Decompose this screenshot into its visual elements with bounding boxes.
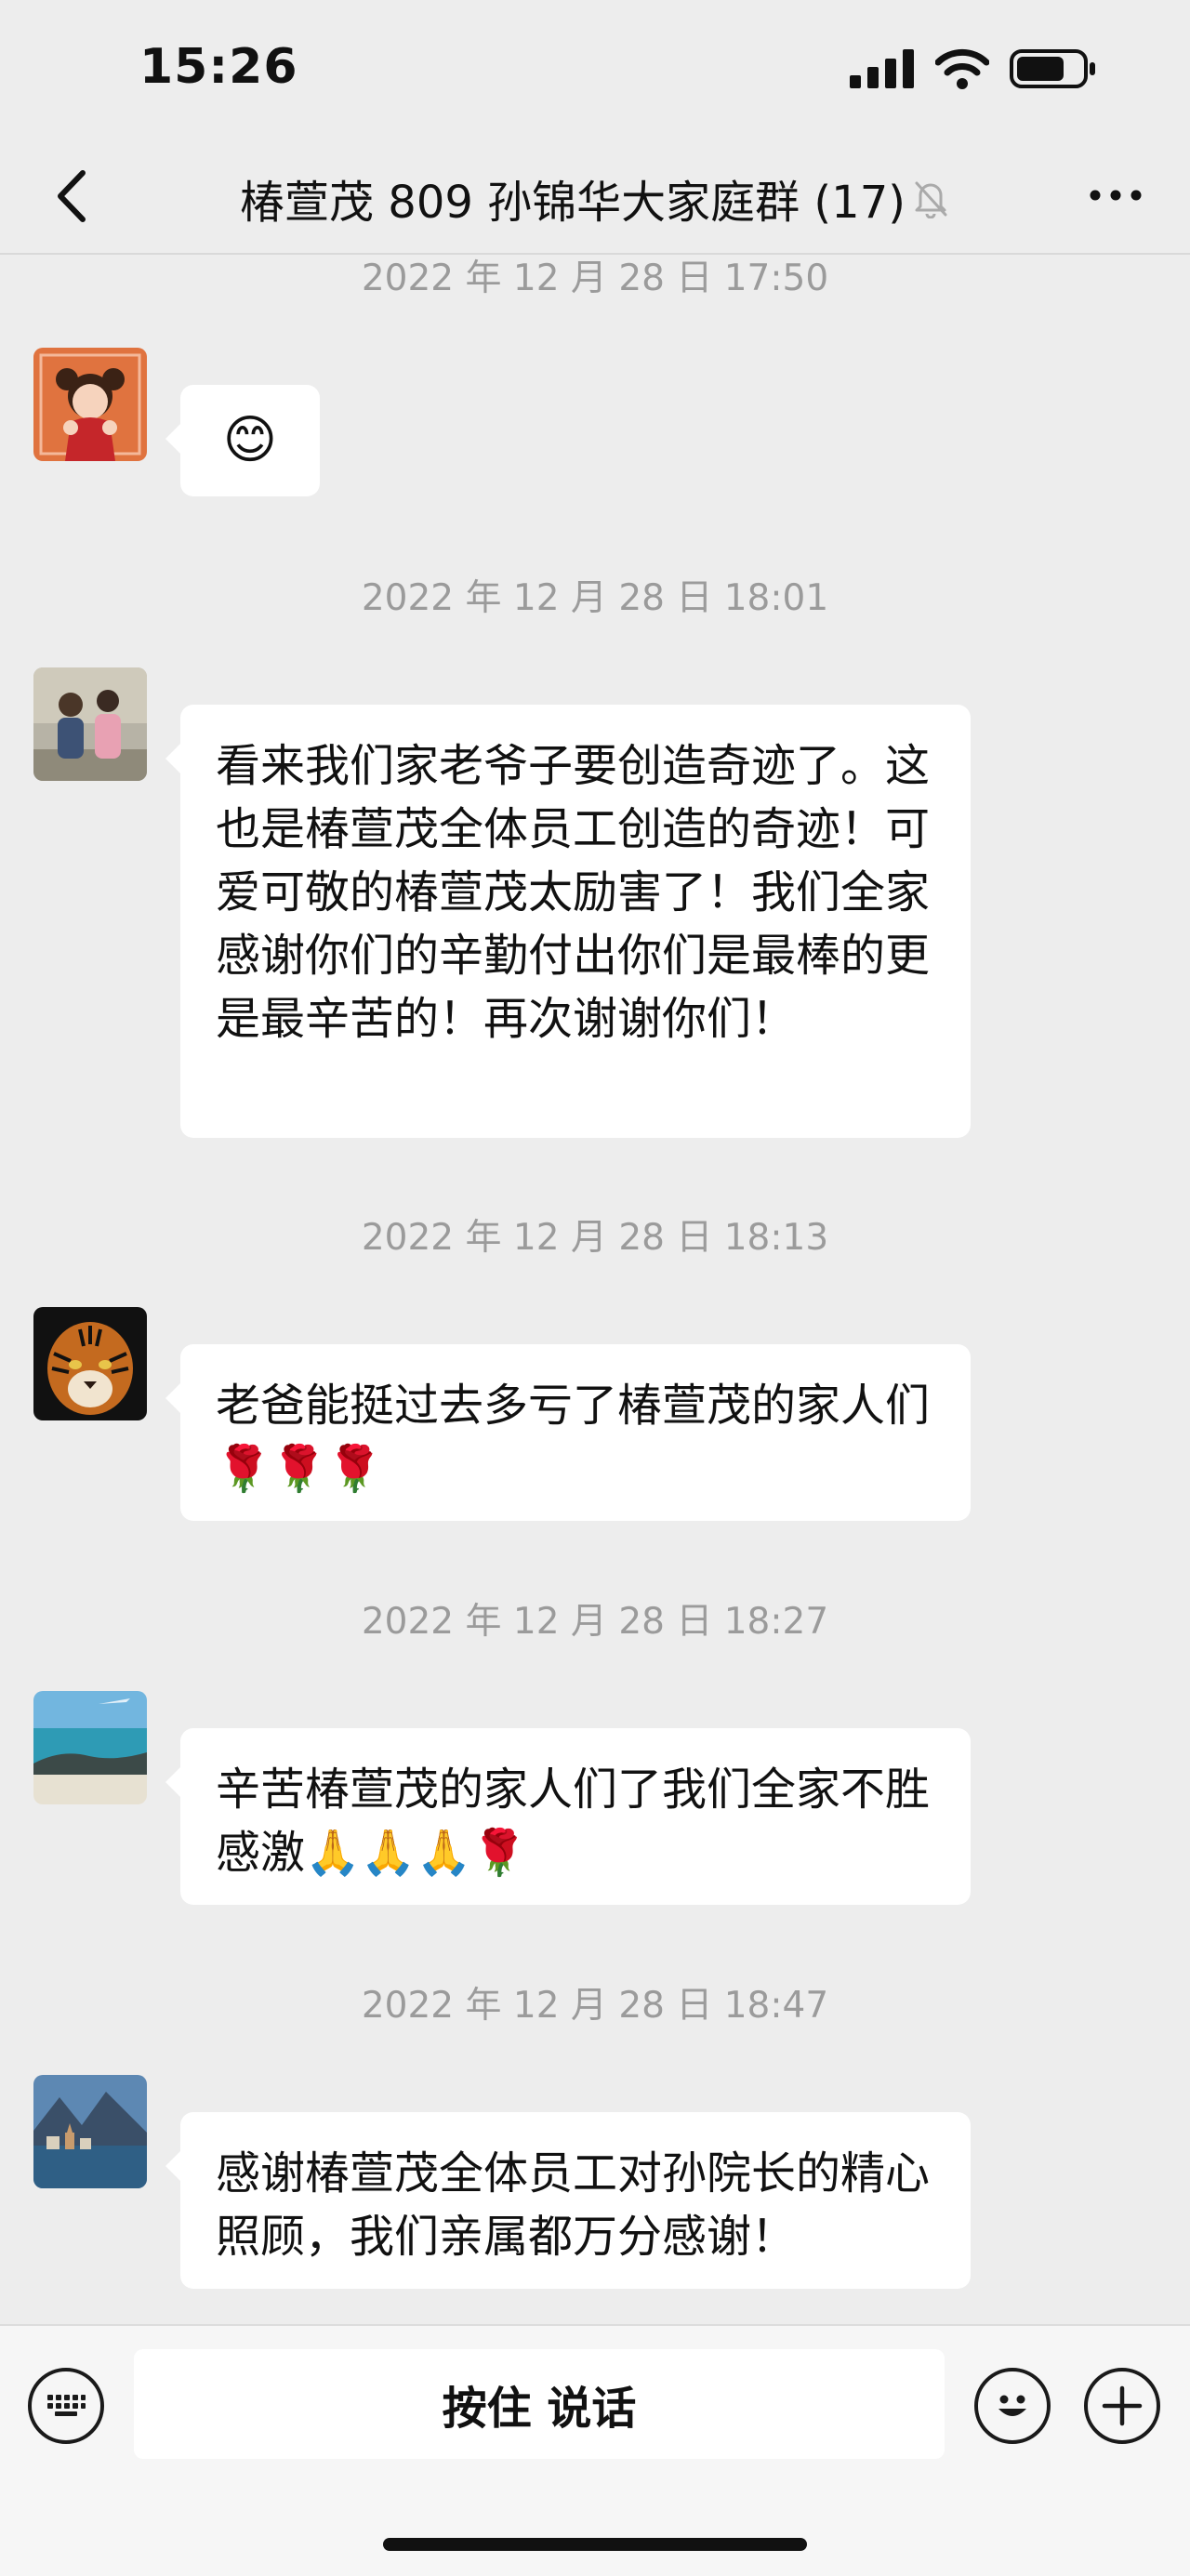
emoji-button[interactable] xyxy=(974,2368,1051,2444)
keyboard-icon xyxy=(47,2395,86,2416)
status-bar: 15:26 xyxy=(0,0,1190,139)
tiger-avatar[interactable] xyxy=(33,1307,147,1420)
chat-title-area[interactable]: 椿萱茂 809 孙锦华大家庭群 (17) xyxy=(167,165,1023,231)
message-bubble[interactable]: 😊 xyxy=(165,385,320,496)
family-photo-avatar[interactable] xyxy=(33,667,147,781)
bell-off-icon xyxy=(915,181,947,218)
status-time: 15:26 xyxy=(139,39,298,95)
message-timestamp: 2022 年 12 月 28 日 17:50 xyxy=(361,258,829,299)
home-indicator[interactable] xyxy=(383,2538,807,2551)
cartoon-girl-avatar[interactable] xyxy=(33,348,147,461)
plus-icon xyxy=(1102,2385,1143,2426)
emoji-icon xyxy=(998,2395,1026,2416)
wifi-icon xyxy=(935,48,989,89)
message-bubble[interactable]: 老爸能挺过去多亏了椿萱茂的家人们🌹🌹🌹 xyxy=(165,1344,971,1521)
message-bubble[interactable]: 看来我们家老爷子要创造奇迹了。这也是椿萱茂全体员工创造的奇迹！可爱可敬的椿萱茂太… xyxy=(165,705,971,1138)
battery-icon xyxy=(1010,49,1095,88)
message-bubble[interactable]: 感谢椿萱茂全体员工对孙院长的精心照顾，我们亲属都万分感谢！ xyxy=(165,2112,971,2289)
chat-header: 椿萱茂 809 孙锦华大家庭群 (17) xyxy=(0,139,1190,255)
hold-to-talk-button[interactable]: 按住 说话 xyxy=(134,2349,945,2459)
message-timestamp: 2022 年 12 月 28 日 18:01 xyxy=(361,577,829,619)
back-button[interactable] xyxy=(37,163,104,230)
message-timestamp: 2022 年 12 月 28 日 18:13 xyxy=(361,1217,829,1259)
more-dots-icon xyxy=(1090,190,1142,201)
cellular-signal-icon xyxy=(850,49,914,88)
message-timestamp: 2022 年 12 月 28 日 18:47 xyxy=(361,1985,829,2027)
more-button[interactable] xyxy=(1078,167,1153,223)
message-timestamp: 2022 年 12 月 28 日 18:27 xyxy=(361,1601,829,1643)
more-functions-button[interactable] xyxy=(1084,2368,1160,2444)
lake-town-avatar[interactable] xyxy=(33,2075,147,2188)
seaside-avatar[interactable] xyxy=(33,1691,147,1804)
status-icons xyxy=(850,48,1097,89)
keyboard-button[interactable] xyxy=(28,2368,104,2444)
message-bubble[interactable]: 辛苦椿萱茂的家人们了我们全家不胜感激🙏🙏🙏🌹 xyxy=(165,1728,971,1905)
chevron-left-icon xyxy=(58,170,86,222)
chat-title: 椿萱茂 809 孙锦华大家庭群 (17) xyxy=(240,177,906,229)
